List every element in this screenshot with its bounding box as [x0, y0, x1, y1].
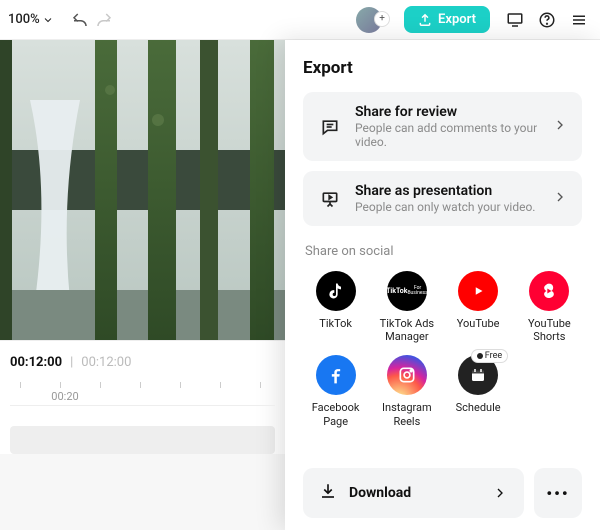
menu-icon — [570, 11, 588, 29]
share-as-presentation-card[interactable]: Share as presentation People can only wa… — [303, 171, 582, 226]
zoom-label: 100% — [8, 12, 40, 27]
time-separator: | — [70, 355, 73, 370]
export-up-icon — [418, 13, 432, 27]
presentation-icon — [317, 186, 343, 212]
chevron-right-icon — [552, 117, 568, 137]
account-avatar[interactable]: + — [356, 7, 382, 33]
share-review-title: Share for review — [355, 104, 552, 120]
device-preview-button[interactable] — [502, 7, 528, 33]
social-label: TikTok Ads Manager — [374, 317, 439, 343]
undo-button[interactable] — [68, 8, 92, 32]
share-review-sub: People can add comments to your video. — [355, 121, 552, 149]
download-label: Download — [349, 485, 492, 501]
ruler-tick-label: 00:20 — [51, 390, 78, 403]
social-label: Instagram Reels — [374, 401, 439, 427]
social-label: TikTok — [319, 317, 352, 330]
export-button[interactable]: Export — [404, 6, 490, 33]
social-tiktok-ads[interactable]: TikTokFor Business TikTok Ads Manager — [374, 271, 439, 343]
current-time: 00:12:00 — [10, 355, 62, 370]
instagram-icon — [387, 355, 427, 395]
social-youtube-shorts[interactable]: YouTube Shorts — [517, 271, 582, 343]
social-label: Schedule — [456, 401, 501, 414]
social-schedule[interactable]: Free Schedule — [446, 355, 511, 427]
panel-title: Export — [303, 58, 582, 78]
redo-icon — [95, 11, 113, 29]
social-label: YouTube Shorts — [517, 317, 582, 343]
export-button-label: Export — [438, 12, 476, 27]
undo-icon — [71, 11, 89, 29]
editor-area: 00:12:00 | 00:12:00 00:20 — [0, 40, 285, 530]
timeline: 00:12:00 | 00:12:00 00:20 — [0, 340, 285, 454]
schedule-icon: Free — [458, 355, 498, 395]
tiktok-ads-icon: TikTokFor Business — [387, 271, 427, 311]
chevron-right-icon — [492, 485, 508, 501]
ellipsis-icon: ••• — [546, 484, 569, 503]
timeline-ruler[interactable]: 00:20 — [10, 382, 275, 406]
free-badge: Free — [471, 349, 508, 363]
social-tiktok[interactable]: TikTok — [303, 271, 368, 343]
share-on-social-label: Share on social — [305, 244, 582, 259]
youtube-shorts-icon — [529, 271, 569, 311]
youtube-icon — [458, 271, 498, 311]
chevron-right-icon — [552, 189, 568, 209]
share-for-review-card[interactable]: Share for review People can add comments… — [303, 92, 582, 161]
total-time: 00:12:00 — [81, 355, 131, 370]
social-facebook[interactable]: Facebook Page — [303, 355, 368, 427]
topbar: 100% + Export — [0, 0, 600, 40]
timeline-track[interactable] — [10, 426, 275, 454]
device-icon — [506, 11, 524, 29]
add-user-icon[interactable]: + — [374, 11, 390, 27]
social-youtube[interactable]: YouTube — [446, 271, 511, 343]
help-icon — [538, 11, 556, 29]
download-icon — [319, 482, 337, 504]
video-canvas[interactable] — [0, 40, 285, 340]
video-placeholder — [0, 40, 285, 340]
time-display: 00:12:00 | 00:12:00 — [10, 355, 275, 370]
zoom-selector[interactable]: 100% — [8, 12, 54, 27]
comment-icon — [317, 114, 343, 140]
share-presentation-sub: People can only watch your video. — [355, 200, 552, 214]
redo-button — [92, 8, 116, 32]
more-options-button[interactable]: ••• — [534, 468, 582, 518]
social-label: Facebook Page — [303, 401, 368, 427]
facebook-icon — [316, 355, 356, 395]
social-grid: TikTok TikTokFor Business TikTok Ads Man… — [303, 271, 582, 428]
share-presentation-title: Share as presentation — [355, 183, 552, 199]
download-button[interactable]: Download — [303, 468, 524, 518]
menu-button[interactable] — [566, 7, 592, 33]
tiktok-icon — [316, 271, 356, 311]
social-label: YouTube — [457, 317, 500, 330]
chevron-down-icon — [42, 14, 54, 26]
help-button[interactable] — [534, 7, 560, 33]
social-instagram[interactable]: Instagram Reels — [374, 355, 439, 427]
export-panel: Export Share for review People can add c… — [285, 40, 600, 530]
